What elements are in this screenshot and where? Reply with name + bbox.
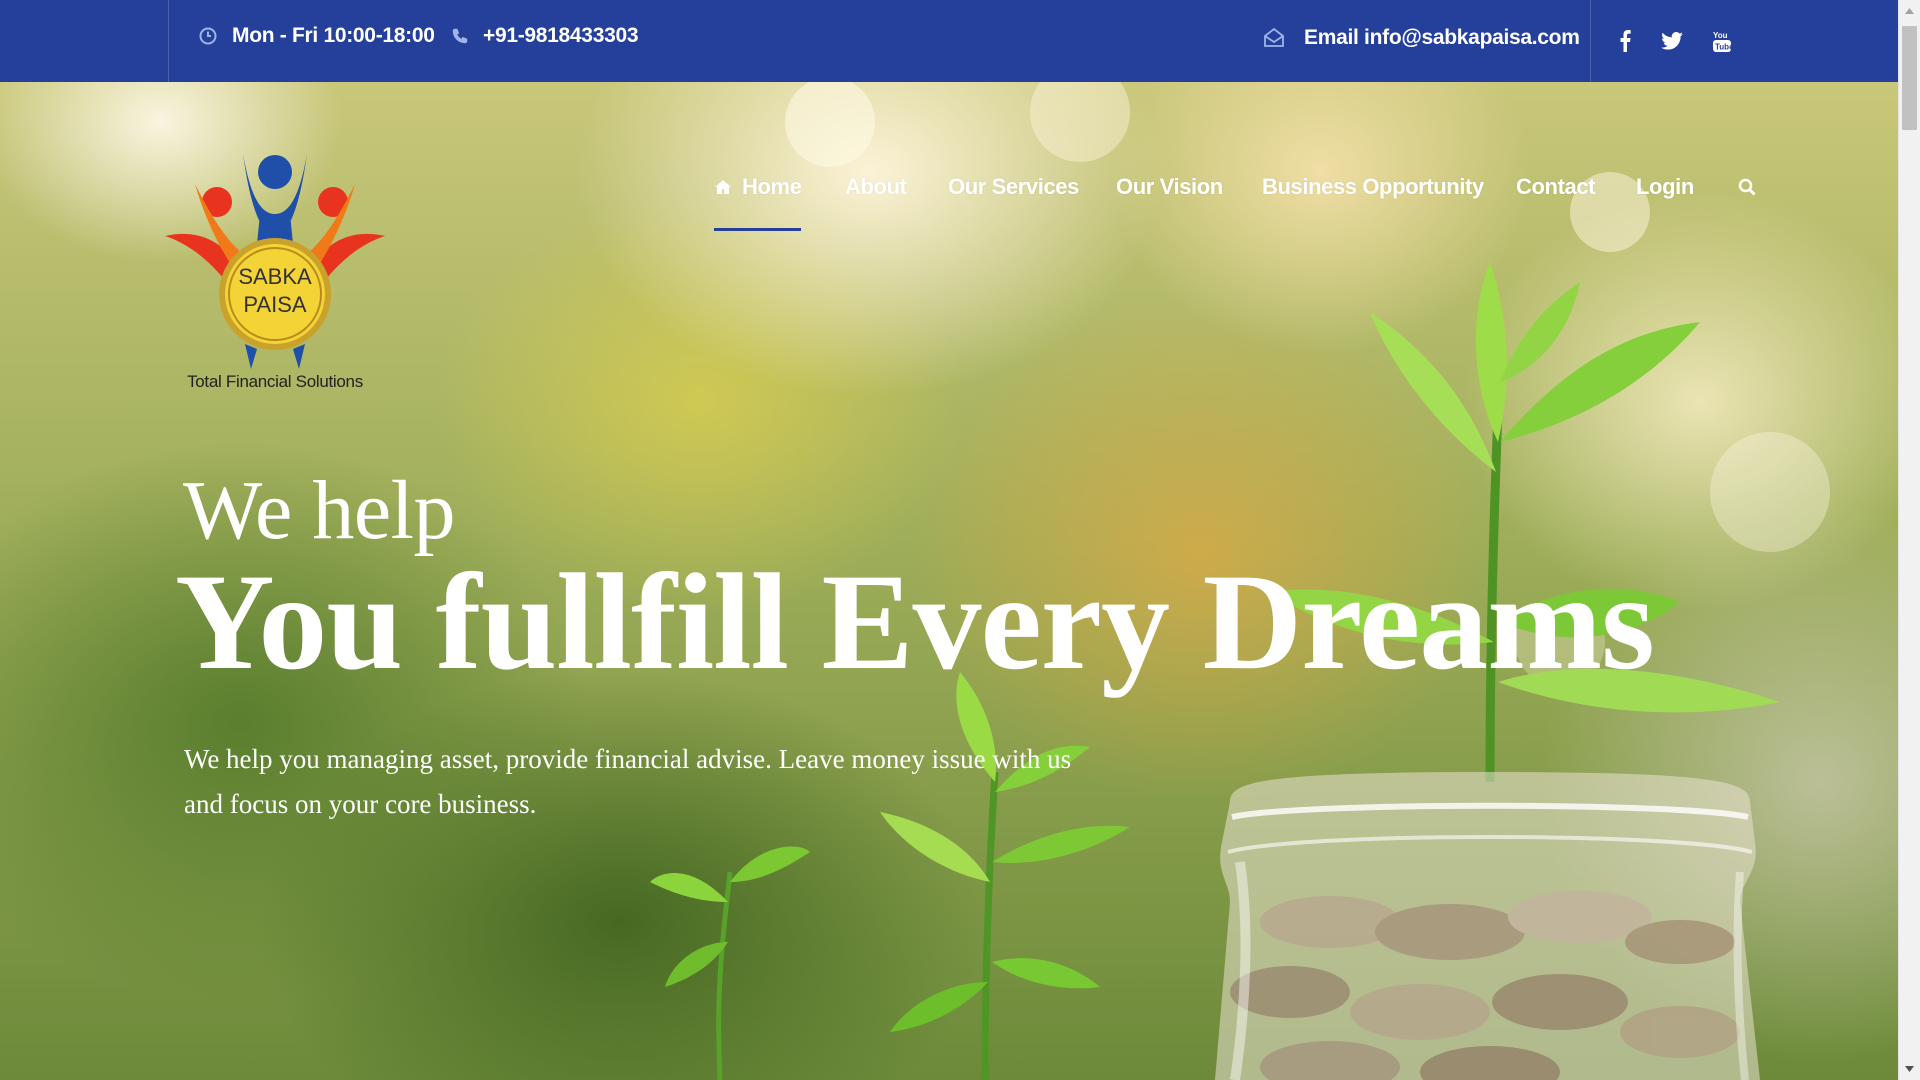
nav-our-services[interactable]: Our Services	[948, 174, 1079, 200]
topbar-divider	[1590, 0, 1591, 82]
hero-title: You fullfill Every Dreams	[175, 545, 1655, 698]
vertical-scrollbar[interactable]	[1898, 0, 1920, 1080]
hours-text: Mon - Fri 10:00-18:00	[232, 24, 435, 47]
phone-text[interactable]: +91-9818433303	[483, 24, 639, 48]
phone-contact[interactable]: +91-9818433303	[451, 24, 639, 48]
top-bar: Mon - Fri 10:00-18:00 +91-9818433303 Ema…	[0, 0, 1899, 82]
nav-our-vision[interactable]: Our Vision	[1116, 174, 1223, 200]
facebook-icon[interactable]	[1610, 26, 1640, 56]
logo-tagline: Total Financial Solutions	[187, 372, 363, 391]
youtube-icon[interactable]: You Tube	[1707, 26, 1737, 56]
nav-home-label: Home	[742, 174, 802, 199]
nav-active-indicator	[714, 228, 801, 231]
hero-section: SABKA PAISA Total Financial Solutions Ho…	[0, 82, 1899, 1080]
business-hours: Mon - Fri 10:00-18:00	[198, 24, 435, 48]
main-navigation: Home About Our Services Our Vision Busin…	[0, 82, 1899, 282]
nav-contact[interactable]: Contact	[1516, 174, 1595, 200]
home-icon	[714, 175, 732, 201]
nav-about[interactable]: About	[845, 174, 907, 200]
svg-text:You: You	[1713, 31, 1728, 40]
envelope-icon	[1262, 26, 1286, 50]
hero-subtitle: We help you managing asset, provide fina…	[184, 744, 1072, 819]
email-text[interactable]: Email info@sabkapaisa.com	[1304, 26, 1580, 50]
nav-business-opportunity[interactable]: Business Opportunity	[1262, 174, 1484, 200]
scroll-down-arrow-icon[interactable]	[1899, 1060, 1920, 1078]
svg-text:Tube: Tube	[1715, 43, 1731, 52]
topbar-divider	[168, 0, 169, 82]
twitter-icon[interactable]	[1657, 26, 1687, 56]
clock-icon	[198, 26, 218, 46]
nav-home[interactable]: Home	[714, 174, 802, 231]
scroll-up-arrow-icon[interactable]	[1899, 2, 1920, 20]
phone-icon	[451, 27, 469, 45]
search-icon[interactable]	[1738, 176, 1756, 202]
scrollbar-thumb[interactable]	[1902, 26, 1917, 130]
email-contact[interactable]: Email info@sabkapaisa.com	[1262, 26, 1580, 50]
nav-login[interactable]: Login	[1636, 174, 1694, 200]
logo-text-line2: PAISA	[243, 292, 307, 317]
